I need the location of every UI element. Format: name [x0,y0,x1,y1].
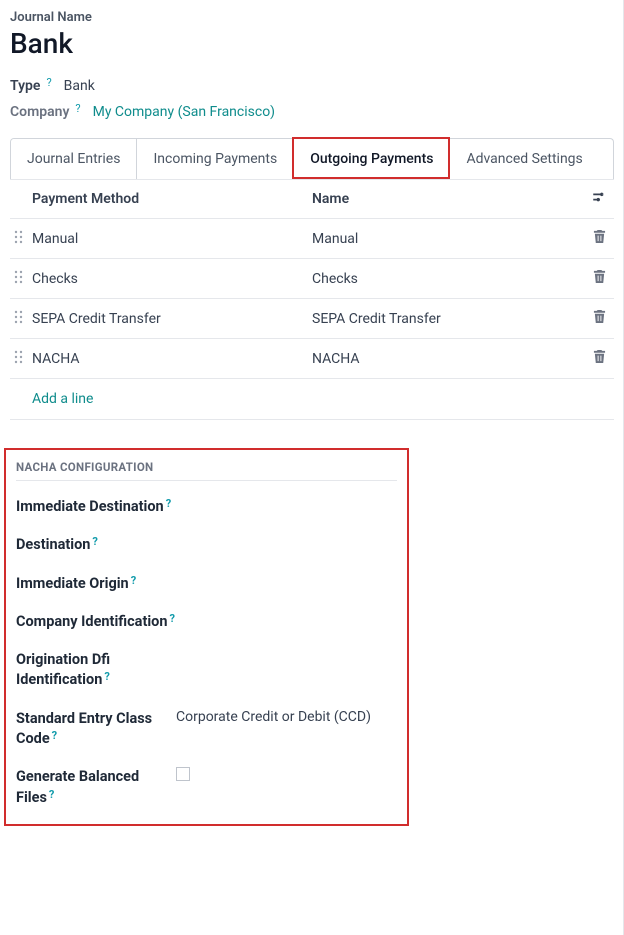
help-icon[interactable]: ? [75,102,80,115]
help-icon[interactable]: ? [170,612,175,625]
immediate-destination-label: Immediate Destination? [16,497,176,517]
immediate-origin-label: Immediate Origin? [16,574,176,594]
help-icon[interactable]: ? [92,535,97,548]
trash-icon[interactable] [593,230,606,248]
drag-handle-icon[interactable] [10,350,32,367]
tab-advanced-settings[interactable]: Advanced Settings [450,139,598,179]
destination-label: Destination? [16,535,176,555]
tabs: Journal Entries Incoming Payments Outgoi… [10,138,614,179]
table-row[interactable]: NACHANACHA [10,339,614,379]
help-icon[interactable]: ? [104,670,109,683]
trash-icon[interactable] [593,270,606,288]
type-label: Type [10,78,40,94]
company-value[interactable]: My Company (San Francisco) [93,104,275,120]
name-cell[interactable]: SEPA Credit Transfer [312,311,584,327]
type-value[interactable]: Bank [64,78,95,94]
help-icon[interactable]: ? [166,497,171,510]
trash-icon[interactable] [593,310,606,328]
origination-dfi-label: Origination Dfi Identification? [16,650,176,691]
settings-icon[interactable] [591,190,606,208]
table-row[interactable]: SEPA Credit TransferSEPA Credit Transfer [10,299,614,339]
drag-handle-icon[interactable] [10,270,32,287]
drag-handle-icon[interactable] [10,230,32,247]
table-header: Payment Method Name [10,180,614,219]
payment-method-cell: SEPA Credit Transfer [32,311,312,327]
help-icon[interactable]: ? [49,788,54,801]
name-cell[interactable]: Manual [312,231,584,247]
col-payment-method: Payment Method [32,191,312,207]
payment-method-cell: NACHA [32,351,312,367]
name-cell[interactable]: NACHA [312,351,584,367]
payment-method-cell: Manual [32,231,312,247]
help-icon[interactable]: ? [52,729,57,742]
generate-balanced-files-label: Generate Balanced Files? [16,767,176,808]
generate-balanced-files-checkbox[interactable] [176,767,190,781]
col-name: Name [312,191,584,207]
add-line-button[interactable]: Add a line [10,379,614,420]
journal-name-label: Journal Name [10,10,614,25]
nacha-configuration-section: NACHA CONFIGURATION Immediate Destinatio… [4,448,409,826]
payment-method-cell: Checks [32,271,312,287]
tab-journal-entries[interactable]: Journal Entries [11,139,137,179]
tab-incoming-payments[interactable]: Incoming Payments [137,139,294,179]
name-cell[interactable]: Checks [312,271,584,287]
nacha-section-title: NACHA CONFIGURATION [16,460,397,481]
standard-entry-class-code-value[interactable]: Corporate Credit or Debit (CCD) [176,709,397,725]
table-row[interactable]: ChecksChecks [10,259,614,299]
journal-title[interactable]: Bank [10,27,614,60]
company-identification-label: Company Identification? [16,612,176,632]
drag-handle-icon[interactable] [10,310,32,327]
company-label: Company [10,104,69,120]
table-row[interactable]: ManualManual [10,219,614,259]
trash-icon[interactable] [593,350,606,368]
help-icon[interactable]: ? [46,76,51,89]
tab-outgoing-payments[interactable]: Outgoing Payments [294,139,450,179]
standard-entry-class-code-label: Standard Entry Class Code? [16,709,176,750]
help-icon[interactable]: ? [131,574,136,587]
